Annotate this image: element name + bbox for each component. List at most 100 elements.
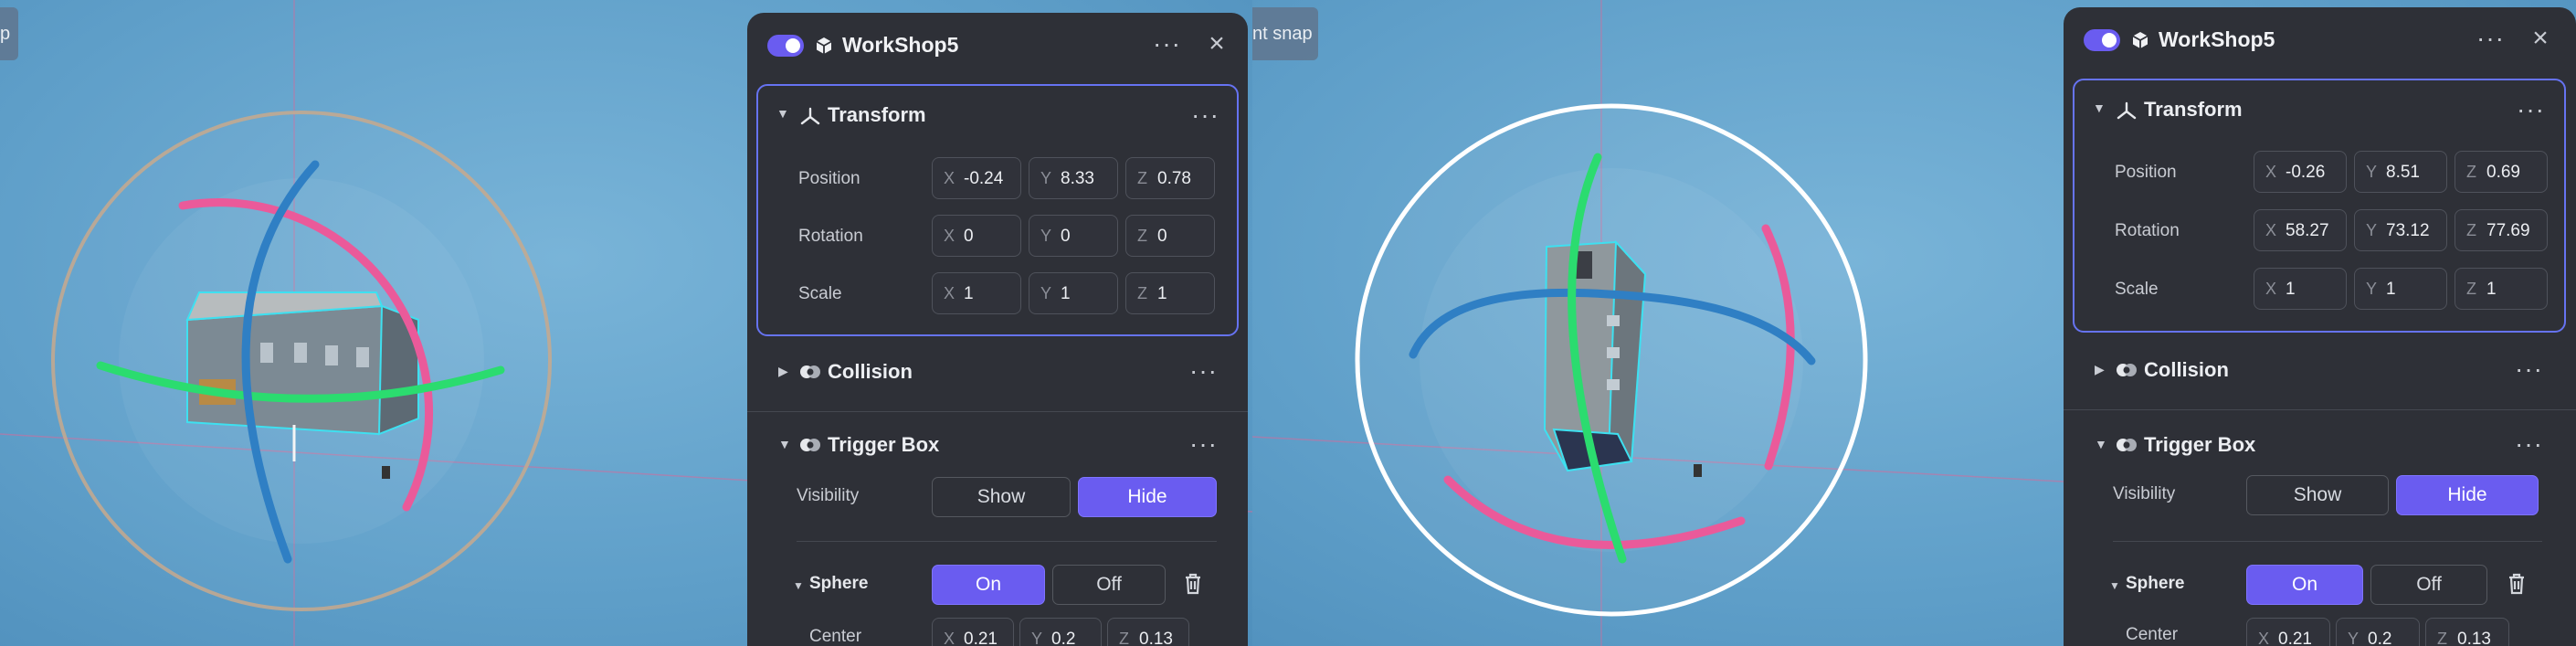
- collision-icon: [800, 365, 820, 378]
- cube-icon: [2132, 32, 2148, 48]
- collision-more-icon[interactable]: ···: [2515, 356, 2542, 384]
- rotation-y-field[interactable]: Y 73.12: [2354, 209, 2447, 251]
- center-z-field[interactable]: Z 0.13: [2425, 618, 2509, 646]
- center-label: Center: [809, 627, 862, 646]
- collision-section[interactable]: ▶ Collision ···: [2064, 351, 2576, 387]
- visibility-show-button[interactable]: Show: [2246, 475, 2389, 515]
- position-x-field[interactable]: X -0.26: [2254, 151, 2347, 193]
- transform-more-icon[interactable]: ···: [1191, 102, 1219, 130]
- section-divider: [2064, 409, 2576, 410]
- trigger-box-title: Trigger Box: [828, 433, 940, 456]
- panel-header: WorkShop5 ··· ×: [747, 13, 1248, 79]
- center-x-field[interactable]: X 0.21: [2246, 618, 2330, 646]
- trigger-divider: [797, 541, 1217, 542]
- visibility-show-button[interactable]: Show: [932, 477, 1071, 517]
- center-y-field[interactable]: Y 0.2: [1019, 618, 1102, 646]
- building-model: [1543, 239, 1647, 472]
- sphere-label: Sphere: [2126, 574, 2185, 593]
- rotation-x-field[interactable]: X0: [932, 215, 1021, 257]
- entity-more-icon[interactable]: ···: [2476, 26, 2504, 53]
- building-model: [185, 291, 419, 436]
- sphere-off-button[interactable]: Off: [1052, 565, 1166, 605]
- trigger-box-icon: [800, 439, 820, 451]
- position-z-field[interactable]: Z 0.78: [1125, 157, 1215, 199]
- position-y-field[interactable]: Y 8.51: [2354, 151, 2447, 193]
- scale-x-field[interactable]: X1: [932, 272, 1021, 314]
- visibility-hide-button[interactable]: Hide: [2396, 475, 2539, 515]
- visibility-label: Visibility: [797, 486, 860, 505]
- left-screenshot: p WorkShop5 ··· × ▼ Transform ··· Positi…: [0, 0, 1252, 646]
- entity-enabled-toggle[interactable]: [2084, 29, 2120, 51]
- position-x-field[interactable]: X -0.24: [932, 157, 1021, 199]
- scale-x-field[interactable]: X1: [2254, 268, 2347, 310]
- caret-down-icon[interactable]: ▼: [2095, 437, 2107, 451]
- sphere-on-button[interactable]: On: [932, 565, 1045, 605]
- transform-axes-icon: [800, 107, 820, 125]
- rotation-y-field[interactable]: Y0: [1029, 215, 1118, 257]
- rotation-label: Rotation: [798, 227, 863, 246]
- snap-toggle-button[interactable]: p: [0, 7, 18, 60]
- trigger-box-more-icon[interactable]: ···: [1189, 431, 1217, 459]
- sphere-label: Sphere: [809, 574, 869, 593]
- trash-icon[interactable]: [1182, 572, 1204, 596]
- collision-section[interactable]: ▶ Collision ···: [747, 353, 1248, 389]
- collision-title: Collision: [828, 360, 913, 383]
- close-icon[interactable]: ×: [1204, 30, 1230, 58]
- position-y-field[interactable]: Y 8.33: [1029, 157, 1118, 199]
- entity-name: WorkShop5: [2159, 27, 2275, 51]
- scale-z-field[interactable]: Z1: [1125, 272, 1215, 314]
- sphere-off-button[interactable]: Off: [2370, 565, 2487, 605]
- position-label: Position: [2115, 163, 2177, 182]
- light-prop: [1694, 464, 1702, 477]
- scale-label: Scale: [798, 284, 842, 303]
- sphere-caret-icon[interactable]: ▼: [2109, 579, 2120, 592]
- caret-down-icon[interactable]: ▼: [778, 437, 791, 451]
- trigger-box-section[interactable]: ▼ Trigger Box ···: [2064, 426, 2576, 462]
- position-z-field[interactable]: Z 0.69: [2455, 151, 2548, 193]
- trigger-box-title: Trigger Box: [2144, 433, 2256, 456]
- rotation-z-field[interactable]: Z 77.69: [2455, 209, 2548, 251]
- scale-y-field[interactable]: Y1: [2354, 268, 2447, 310]
- caret-right-icon[interactable]: ▶: [778, 364, 788, 379]
- rotation-x-field[interactable]: X 58.27: [2254, 209, 2347, 251]
- scale-y-field[interactable]: Y1: [1029, 272, 1118, 314]
- position-label: Position: [798, 169, 860, 188]
- transform-title: Transform: [828, 103, 926, 126]
- collision-title: Collision: [2144, 358, 2229, 381]
- sphere-caret-icon[interactable]: ▼: [793, 579, 804, 592]
- trigger-box-more-icon[interactable]: ···: [2515, 431, 2542, 459]
- trigger-box-icon: [2117, 439, 2137, 451]
- caret-right-icon[interactable]: ▶: [2095, 362, 2105, 377]
- center-z-field[interactable]: Z 0.13: [1107, 618, 1189, 646]
- sphere-on-button[interactable]: On: [2246, 565, 2363, 605]
- snap-label: p: [0, 24, 11, 44]
- trash-icon[interactable]: [2506, 572, 2528, 596]
- rotation-z-field[interactable]: Z0: [1125, 215, 1215, 257]
- panel-header: WorkShop5 ··· ×: [2064, 7, 2576, 73]
- center-y-field[interactable]: Y 0.2: [2336, 618, 2420, 646]
- right-screenshot: nt snap WorkShop5 ··· × ▼ Transform ··· …: [1252, 0, 2576, 646]
- transform-axes-icon: [2117, 101, 2137, 120]
- entity-more-icon[interactable]: ···: [1153, 31, 1180, 58]
- transform-title: Transform: [2144, 98, 2243, 121]
- caret-down-icon[interactable]: ▼: [776, 106, 789, 121]
- entity-enabled-toggle[interactable]: [767, 35, 804, 57]
- light-prop: [382, 466, 390, 479]
- collision-more-icon[interactable]: ···: [1189, 358, 1217, 386]
- section-divider: [747, 411, 1248, 412]
- trigger-divider: [2113, 541, 2542, 542]
- transform-more-icon[interactable]: ···: [2517, 97, 2544, 124]
- inspector-panel: WorkShop5 ··· × ▼ Transform ··· Position…: [2064, 7, 2576, 646]
- transform-section: ▼ Transform ··· Position X -0.26 Y 8.51 Z0…: [2073, 79, 2566, 333]
- scale-z-field[interactable]: Z1: [2455, 268, 2548, 310]
- snap-toggle-button[interactable]: nt snap: [1252, 7, 1318, 60]
- visibility-hide-button[interactable]: Hide: [1078, 477, 1217, 517]
- caret-down-icon[interactable]: ▼: [2093, 101, 2106, 115]
- trigger-box-section[interactable]: ▼ Trigger Box ···: [747, 426, 1248, 462]
- close-icon[interactable]: ×: [2528, 25, 2553, 52]
- inspector-panel: WorkShop5 ··· × ▼ Transform ··· Position…: [747, 13, 1248, 646]
- visibility-label: Visibility: [2113, 484, 2176, 503]
- center-x-field[interactable]: X 0.21: [932, 618, 1014, 646]
- scale-label: Scale: [2115, 280, 2159, 299]
- rotation-label: Rotation: [2115, 221, 2180, 240]
